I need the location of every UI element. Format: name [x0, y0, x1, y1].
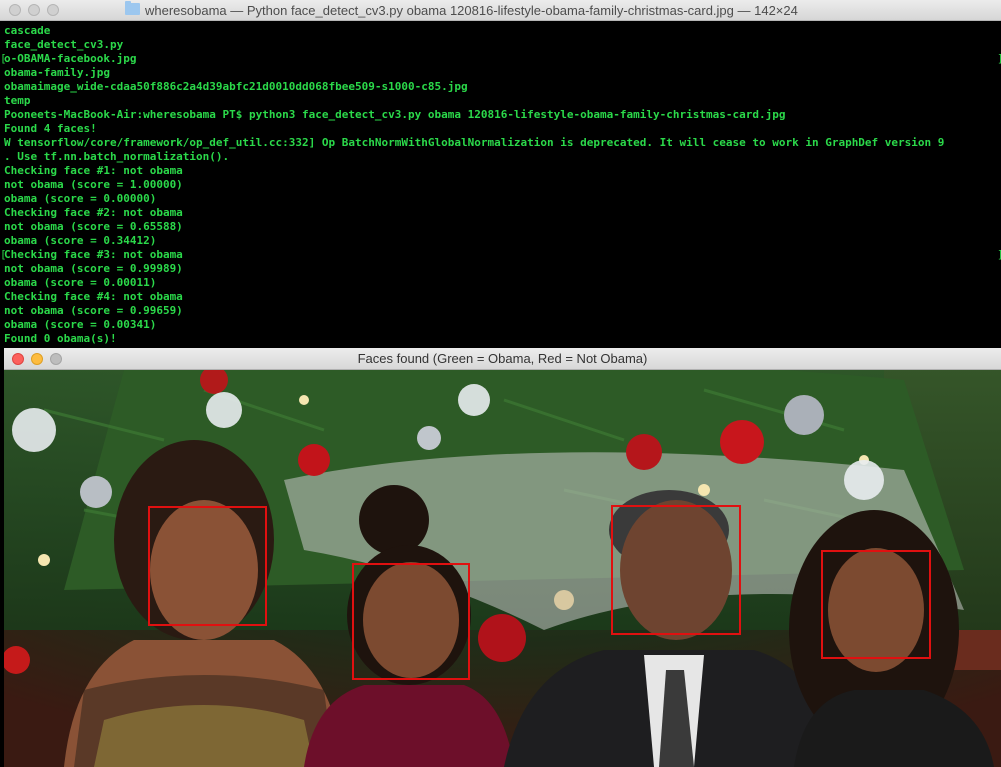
- line-marker: [: [0, 248, 7, 261]
- terminal-line: not obama (score = 0.65588): [4, 220, 183, 233]
- line-marker: [: [0, 52, 7, 65]
- family-photo: [4, 370, 1001, 767]
- terminal-titlebar[interactable]: wheresobama — Python face_detect_cv3.py …: [0, 0, 1001, 21]
- terminal-lines: cascade face_detect_cv3.py o-OBAMA-faceboo…: [4, 24, 944, 346]
- image-window-title: Faces found (Green = Obama, Red = Not Ob…: [357, 351, 648, 366]
- image-window-titlebar[interactable]: Faces found (Green = Obama, Red = Not Ob…: [4, 348, 1001, 370]
- terminal-title: wheresobama — Python face_detect_cv3.py …: [145, 3, 798, 18]
- terminal-line: o-OBAMA-facebook.jpg: [4, 52, 137, 65]
- terminal-line: cascade: [4, 24, 51, 37]
- zoom-button[interactable]: [47, 4, 59, 16]
- terminal-title-wrap: wheresobama — Python face_detect_cv3.py …: [125, 0, 798, 21]
- terminal-line: obama (score = 0.00011): [4, 276, 157, 289]
- terminal-line: face_detect_cv3.py: [4, 38, 124, 51]
- terminal-line: obama (score = 0.00000): [4, 192, 157, 205]
- terminal-line: not obama (score = 0.99989): [4, 262, 183, 275]
- face-box-3: [611, 505, 741, 635]
- face-box-2: [352, 563, 470, 680]
- terminal-line: not obama (score = 1.00000): [4, 178, 183, 191]
- terminal-line: temp: [4, 94, 31, 107]
- face-box-1: [148, 506, 267, 626]
- folder-icon: [125, 1, 140, 15]
- faces-found-window[interactable]: Faces found (Green = Obama, Red = Not Ob…: [4, 348, 1001, 767]
- terminal-line: Checking face #3: not obama: [4, 248, 183, 261]
- close-button[interactable]: [9, 4, 21, 16]
- line-marker: ]: [997, 248, 1001, 262]
- terminal-line: not obama (score = 0.99659): [4, 304, 183, 317]
- terminal-line: . Use tf.nn.batch_normalization().: [4, 150, 230, 163]
- terminal-line: obamaimage_wide-cdaa50f886c2a4d39abfc21d…: [4, 80, 468, 93]
- terminal-line: obama-family.jpg: [4, 66, 110, 79]
- line-marker: ]: [997, 52, 1001, 66]
- terminal-line: Checking face #4: not obama: [4, 290, 183, 303]
- terminal-output[interactable]: cascade face_detect_cv3.py o-OBAMA-faceboo…: [0, 21, 1001, 350]
- terminal-line: W tensorflow/core/framework/op_def_util.…: [4, 136, 945, 149]
- terminal-line: obama (score = 0.34412): [4, 234, 157, 247]
- terminal-line: obama (score = 0.00341): [4, 318, 157, 331]
- terminal-line: Checking face #2: not obama: [4, 206, 183, 219]
- terminal-line: Found 0 obama(s)!: [4, 332, 117, 345]
- face-box-4: [821, 550, 931, 659]
- terminal-line: Found 4 faces!: [4, 122, 97, 135]
- terminal-line: Checking face #1: not obama: [4, 164, 183, 177]
- minimize-button[interactable]: [28, 4, 40, 16]
- terminal-line: Pooneets-MacBook-Air:wheresobama PT$ pyt…: [4, 108, 786, 121]
